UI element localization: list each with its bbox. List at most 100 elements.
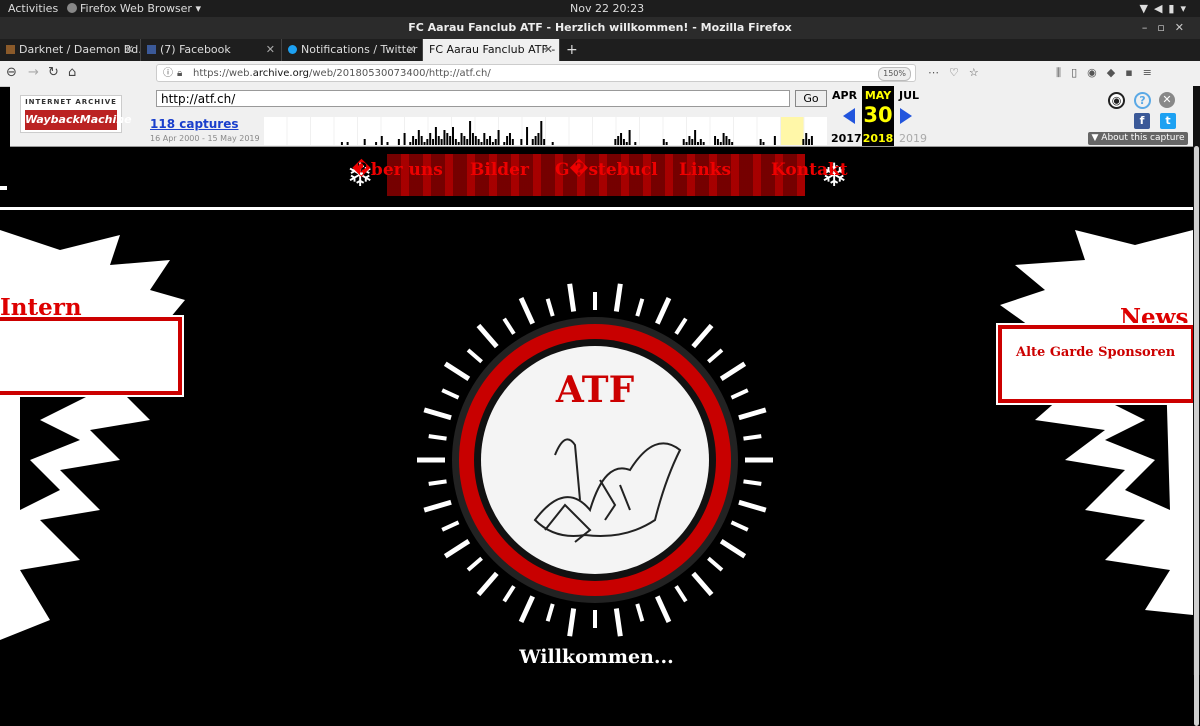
next-capture-arrow[interactable]: [900, 108, 912, 124]
sparkline-bar: [702, 142, 705, 145]
tab-label: Darknet / Daemon Bd.2 ∨: [19, 43, 140, 56]
close-tab-icon[interactable]: ✕: [125, 39, 134, 61]
sparkline-year-column: [569, 117, 592, 145]
sparkline-year-column: [546, 117, 569, 145]
about-capture-label: About this capture: [1101, 133, 1185, 143]
help-icon[interactable]: ?: [1134, 92, 1151, 109]
sparkline-bar: [426, 139, 429, 145]
address-bar[interactable]: ⓘ 🔒︎ https://web.archive.org/web/2018053…: [156, 64, 916, 82]
star-icon[interactable]: ☆: [969, 66, 989, 79]
sparkline-bar: [526, 127, 529, 145]
tab-facebook[interactable]: (7) Facebook ✕: [141, 39, 282, 61]
captures-link[interactable]: 118 captures: [150, 117, 239, 131]
sparkline-bar: [454, 139, 457, 145]
about-capture-button[interactable]: ▼ About this capture: [1088, 132, 1188, 145]
tab-strip: Darknet / Daemon Bd.2 ∨ ✕ (7) Facebook ✕…: [0, 39, 1200, 61]
wayback-url-input[interactable]: http://atf.ch/: [156, 90, 790, 107]
close-tab-icon[interactable]: ✕: [544, 39, 553, 61]
app-menu[interactable]: Firefox Web Browser ▾: [67, 2, 201, 15]
emblem-ray: [423, 407, 452, 421]
new-tab-button[interactable]: +: [566, 39, 578, 61]
menu-ueber-uns[interactable]: �ber uns: [352, 160, 443, 180]
extension-icon[interactable]: ▪: [1125, 66, 1142, 79]
facebook-share-icon[interactable]: f: [1134, 113, 1150, 129]
sparkline-bar: [446, 133, 449, 145]
sparkline-bar: [506, 136, 509, 145]
sparkline-bar: [480, 142, 483, 145]
lock-icon[interactable]: 🔒︎: [177, 65, 182, 83]
home-button[interactable]: ⌂: [68, 65, 76, 80]
menu-bilder[interactable]: Bilder: [470, 160, 529, 180]
sparkline-bar: [491, 142, 494, 145]
user-icon[interactable]: ◉: [1108, 92, 1125, 109]
next-month[interactable]: JUL: [899, 89, 919, 102]
sparkline-bar: [682, 139, 685, 145]
close-window-icon[interactable]: ✕: [1175, 21, 1194, 34]
sidebar-icon[interactable]: ▯: [1071, 66, 1087, 79]
menu-kontakt[interactable]: Kontakt: [771, 160, 848, 180]
menu-links[interactable]: Links: [679, 160, 731, 180]
sparkline-bar: [437, 136, 440, 145]
sparkline-bar: [719, 142, 722, 145]
sparkline-bar: [409, 142, 412, 145]
library-icon[interactable]: ⫼: [1056, 66, 1071, 79]
sparkline-bar: [340, 142, 343, 145]
next-year[interactable]: 2019: [899, 132, 927, 145]
emblem-ray: [428, 434, 447, 441]
menu-icon[interactable]: ≡: [1143, 66, 1162, 79]
restore-icon[interactable]: ▫: [1157, 21, 1174, 34]
welcome-heading: Willkommen...: [519, 646, 674, 668]
close-tab-icon[interactable]: ✕: [266, 39, 275, 61]
emblem-ray: [707, 348, 724, 364]
news-item-link[interactable]: Alte Garde Sponsoren: [1016, 345, 1175, 360]
tab-atf[interactable]: FC Aarau Fanclub ATF - Herzl ✕: [423, 39, 560, 61]
sparkline-bar: [494, 139, 497, 145]
scrollbar-thumb[interactable]: [1194, 146, 1199, 726]
pocket-icon[interactable]: ♡: [949, 66, 969, 79]
reload-button[interactable]: ↻: [48, 65, 59, 80]
extension-icon[interactable]: ◆: [1107, 66, 1125, 79]
sparkline-bar: [434, 127, 437, 145]
sparkline-year-column: [804, 117, 827, 145]
sparkline-bar: [443, 130, 446, 145]
emblem-ray: [466, 556, 483, 572]
tab-darknet[interactable]: Darknet / Daemon Bd.2 ∨ ✕: [0, 39, 141, 61]
prev-month[interactable]: APR: [832, 89, 857, 102]
gnome-top-bar: Activities Firefox Web Browser ▾ Nov 22 …: [0, 0, 1200, 17]
sparkline-year-column: [781, 117, 804, 145]
triangle-down-icon: ▼: [1091, 133, 1102, 143]
captures-sparkline[interactable]: [264, 117, 828, 145]
sparkline-bar: [622, 139, 625, 145]
emblem-ray: [476, 323, 499, 349]
tab-label: FC Aarau Fanclub ATF - Herzl: [429, 43, 559, 56]
minimize-icon[interactable]: –: [1142, 21, 1158, 34]
emblem-ray: [674, 317, 688, 335]
sparkline-bar: [460, 133, 463, 145]
system-tray[interactable]: ▼◀▮▾: [1139, 2, 1192, 15]
sparkline-bar: [503, 142, 506, 145]
activities-button[interactable]: Activities: [8, 2, 58, 15]
close-tab-icon[interactable]: ✕: [407, 39, 416, 61]
zoom-indicator[interactable]: 150%: [878, 67, 911, 81]
wayback-logo[interactable]: INTERNET ARCHIVE WaybackMachine: [20, 95, 132, 133]
twitter-icon: [288, 45, 297, 54]
prev-year[interactable]: 2017: [831, 132, 862, 145]
sparkline-year-column: [334, 117, 357, 145]
twitter-share-icon[interactable]: t: [1160, 113, 1176, 129]
window-controls[interactable]: –▫✕: [1142, 17, 1194, 39]
clock[interactable]: Nov 22 20:23: [570, 2, 644, 15]
menu-gaestebuch[interactable]: G�stebucl: [555, 160, 658, 180]
back-button[interactable]: ⊖: [6, 65, 17, 80]
emblem-ray: [443, 361, 471, 382]
tab-twitter[interactable]: Notifications / Twitter ✕: [282, 39, 423, 61]
prev-capture-arrow[interactable]: [843, 108, 855, 124]
more-icon[interactable]: ⋯: [928, 66, 949, 79]
account-icon[interactable]: ◉: [1087, 66, 1107, 79]
captures-range: 16 Apr 2000 - 15 May 2019: [150, 134, 260, 143]
sparkline-bar: [699, 139, 702, 145]
forward-button[interactable]: →: [28, 65, 39, 80]
info-icon[interactable]: ⓘ: [163, 65, 173, 83]
close-icon[interactable]: ✕: [1159, 92, 1175, 108]
vertical-scrollbar[interactable]: [1193, 86, 1200, 726]
wayback-go-button[interactable]: Go: [795, 90, 827, 107]
